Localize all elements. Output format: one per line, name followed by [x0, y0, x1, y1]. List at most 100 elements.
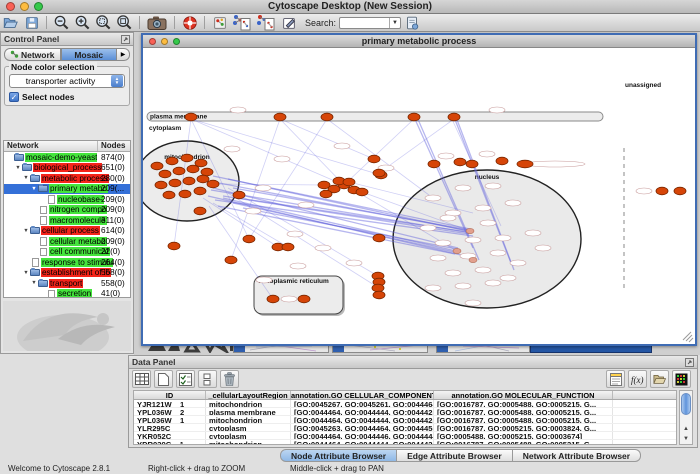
column-header[interactable]: ID: [134, 391, 206, 399]
float-panel-icon[interactable]: [121, 35, 130, 44]
network-node[interactable]: [674, 187, 686, 195]
node-label-oval[interactable]: [334, 143, 350, 149]
column-header[interactable]: annotation.GO CELLULAR_COMPONENT: [291, 391, 434, 399]
network-node[interactable]: [169, 179, 181, 187]
more-tabs-button[interactable]: ▶: [117, 48, 130, 61]
table-cell[interactable]: [GO:0016787, GO:0005215, GO:0003824, G..…: [434, 424, 613, 431]
tree-row[interactable]: ▼cellular process614(0): [4, 226, 130, 237]
network-node[interactable]: [173, 167, 185, 175]
node-label-oval[interactable]: [455, 283, 471, 289]
node-label-oval[interactable]: [256, 277, 272, 283]
tree-row[interactable]: secretion41(0): [4, 289, 130, 299]
zoom-out-button[interactable]: [51, 14, 72, 31]
attribute-table-button[interactable]: [132, 370, 151, 388]
column-header[interactable]: _cellularLayoutRegion: [206, 391, 291, 399]
attribute-editor-button[interactable]: [606, 370, 625, 388]
network-window-titlebar[interactable]: primary metabolic process: [143, 35, 695, 48]
table-cell[interactable]: [GO:0016787, GO:0005488, GO:0005215, G..…: [434, 416, 613, 423]
table-row[interactable]: YJR121W__1mitochondrion[GO:0045267, GO:0…: [134, 400, 676, 408]
node-label-oval[interactable]: [455, 185, 471, 191]
tree-row[interactable]: cellular metabo209(0): [4, 236, 130, 247]
zoom-fit-button[interactable]: [114, 14, 135, 31]
tree-row[interactable]: mosaic-demo-yeast874(0): [4, 152, 130, 163]
function-builder-button[interactable]: f(x): [628, 370, 647, 388]
float-panel-icon[interactable]: [685, 358, 694, 367]
network-node[interactable]: [194, 187, 206, 195]
node-label-oval[interactable]: [230, 107, 246, 113]
network-node[interactable]: [282, 243, 294, 251]
node-label-oval[interactable]: [438, 153, 454, 159]
delete-attribute-button[interactable]: [220, 370, 239, 388]
hub-node[interactable]: [469, 257, 477, 262]
network-node[interactable]: [372, 284, 384, 292]
network-node[interactable]: [194, 207, 206, 215]
disclosure-triangle[interactable]: ▼: [22, 228, 30, 234]
node-label-oval[interactable]: [525, 230, 541, 236]
table-cell[interactable]: YKR052C: [134, 432, 206, 439]
table-scrollbar[interactable]: ▲ ▼: [679, 390, 693, 445]
import-attributes-button[interactable]: [650, 370, 669, 388]
node-label-oval[interactable]: [505, 200, 521, 206]
node-label-oval[interactable]: [315, 245, 331, 251]
resize-grip[interactable]: [683, 332, 691, 340]
table-cell[interactable]: [GO:0045267, GO:0045261, GO:0044464, G..…: [291, 400, 434, 407]
node-label-oval[interactable]: [495, 235, 511, 241]
table-cell[interactable]: [GO:0044464, GO:0044444, GO:0044425, G..…: [291, 440, 434, 445]
table-cell[interactable]: YPL036W__2: [134, 408, 206, 415]
network-node[interactable]: [233, 191, 245, 199]
network-node[interactable]: [373, 169, 385, 177]
table-cell[interactable]: cytoplasm: [206, 424, 291, 431]
node-label-oval[interactable]: [475, 267, 491, 273]
node-label-oval[interactable]: [435, 240, 451, 246]
network-node[interactable]: [166, 157, 178, 165]
network-node[interactable]: [267, 295, 279, 303]
network-node[interactable]: [201, 168, 213, 176]
network-node[interactable]: [298, 295, 310, 303]
node-label-oval[interactable]: [245, 208, 261, 214]
node-label-oval[interactable]: [535, 245, 551, 251]
scroll-up-arrow[interactable]: ▲: [680, 424, 692, 434]
column-header[interactable]: annotation.GO MOLECULAR_FUNCTION: [434, 391, 613, 399]
table-cell[interactable]: [GO:0045263, GO:0044464, GO:0044455, G..…: [291, 424, 434, 431]
search-input[interactable]: [340, 18, 389, 28]
table-row[interactable]: YPL036W__1mitochondrion[GO:0044464, GO:0…: [134, 416, 676, 424]
node-label-oval[interactable]: [485, 280, 501, 286]
plasma-membrane-region[interactable]: [147, 112, 603, 121]
node-label-oval[interactable]: [274, 156, 290, 162]
select-nodes-checkbox[interactable]: ✓: [9, 92, 19, 102]
node-label-oval[interactable]: [346, 260, 362, 266]
search-dropdown-arrow[interactable]: ▼: [389, 18, 400, 28]
node-label-oval[interactable]: [445, 270, 461, 276]
search-settings-button[interactable]: [401, 14, 422, 31]
node-label-oval[interactable]: [479, 151, 495, 157]
network-node[interactable]: [274, 113, 286, 121]
node-label-oval[interactable]: [636, 188, 652, 194]
snapshot-button[interactable]: [144, 14, 170, 31]
network-node[interactable]: [343, 178, 355, 186]
network-node[interactable]: [368, 155, 380, 163]
zoom-in-button[interactable]: [72, 14, 93, 31]
node-label-oval[interactable]: [290, 263, 306, 269]
network-node[interactable]: [159, 170, 171, 178]
network-node[interactable]: [408, 113, 420, 121]
network-node[interactable]: [320, 190, 332, 198]
disclosure-triangle[interactable]: ▼: [30, 280, 38, 286]
node-label-oval[interactable]: [440, 215, 456, 221]
network-node[interactable]: [321, 113, 333, 121]
tree-row[interactable]: ▼transport558(0): [4, 278, 130, 289]
network-node[interactable]: [151, 162, 163, 170]
tab-network-attribute-browser[interactable]: Network Attribute Browser: [513, 449, 641, 462]
tree-row[interactable]: ▼establishment of lo558(0): [4, 268, 130, 279]
table-row[interactable]: YKR052Ccytoplasm[GO:0044464, GO:0044446,…: [134, 432, 676, 440]
resize-grip[interactable]: [689, 338, 693, 342]
vizmapper-button[interactable]: [230, 14, 254, 31]
edge[interactable]: [203, 198, 278, 247]
disclosure-triangle[interactable]: ▼: [22, 175, 30, 181]
network-node[interactable]: [356, 188, 368, 196]
network-node[interactable]: [428, 160, 440, 168]
layout-tool-button[interactable]: [254, 14, 278, 31]
table-cell[interactable]: mitochondrion: [206, 416, 291, 423]
tree-row[interactable]: macromolecule311(0): [4, 215, 130, 226]
network-node[interactable]: [181, 154, 193, 162]
annotation-tool-button[interactable]: [278, 14, 299, 31]
